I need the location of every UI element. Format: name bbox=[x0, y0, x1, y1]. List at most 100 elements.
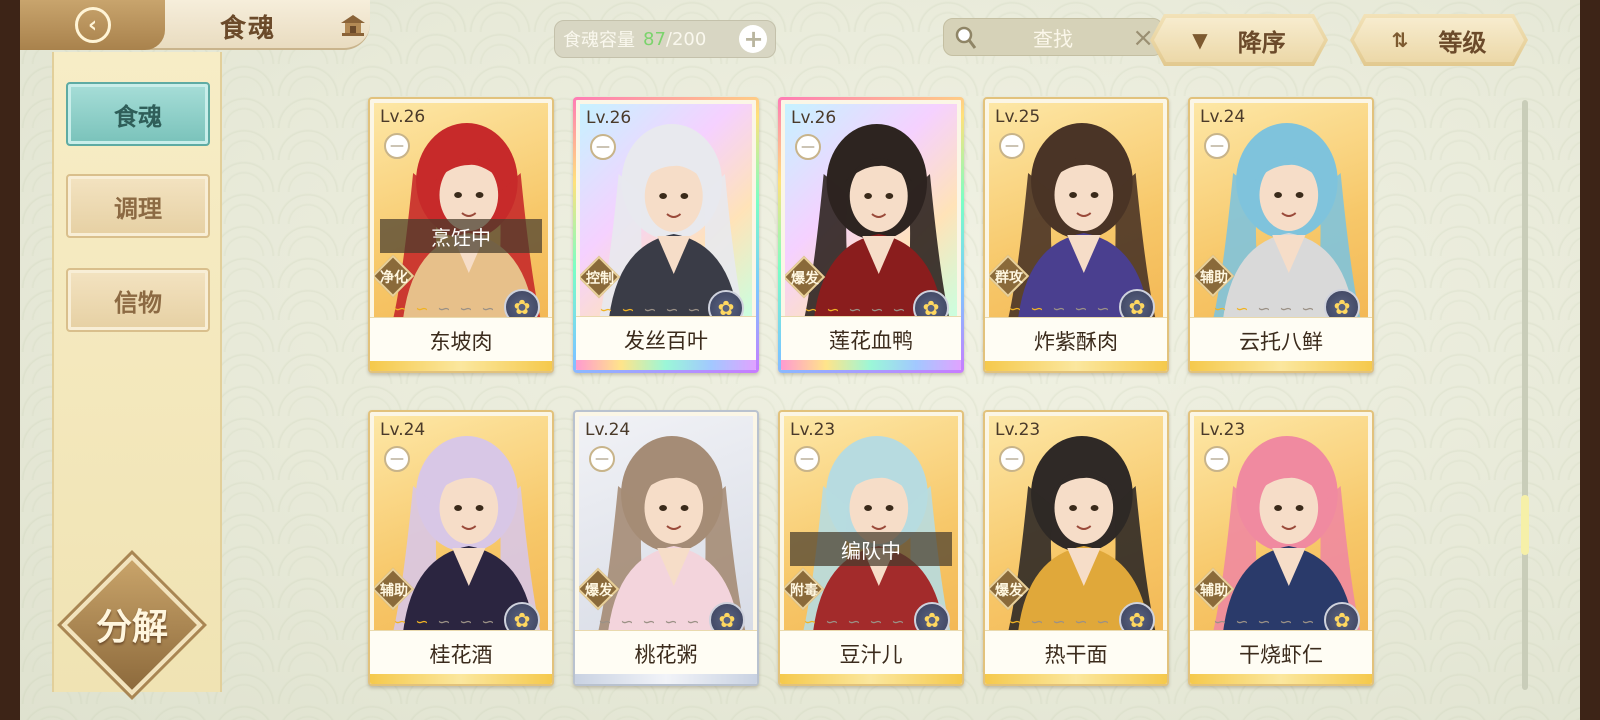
lock-icon[interactable]: — bbox=[794, 446, 820, 472]
food-soul-card[interactable]: Lv.26 — 控制 ∽∽∽∽∽∽ ✿ 发丝百叶 bbox=[573, 97, 759, 373]
food-soul-card[interactable]: Lv.23 — 爆发 ∽∽∽∽∽∽ ✿ 热干面 bbox=[983, 410, 1169, 686]
star-rating: ∽∽∽∽∽∽ bbox=[1005, 612, 1135, 630]
name-bar: 云托八鲜 bbox=[1190, 317, 1372, 371]
decompose-label: 分解 bbox=[95, 606, 168, 648]
sidebar-item-food-soul[interactable]: 食魂 bbox=[66, 82, 210, 146]
sort-key-label: 等级 bbox=[1438, 28, 1487, 57]
star-icon: ∽ bbox=[686, 612, 700, 630]
sidebar-item-cooking[interactable]: 调理 bbox=[66, 174, 210, 238]
home-icon[interactable] bbox=[338, 12, 368, 38]
role-label: 控制 bbox=[586, 271, 614, 287]
search-input[interactable]: 查找 × bbox=[943, 18, 1163, 56]
star-icon: ∽ bbox=[415, 612, 429, 630]
sort-arrows-icon: ⇅ bbox=[1391, 28, 1409, 52]
capacity-current: 87 bbox=[643, 28, 666, 50]
star-icon: ∽ bbox=[1030, 612, 1044, 630]
food-soul-card[interactable]: Lv.25 — 群攻 ∽∽∽∽∽∽ ✿ 炸紫酥肉 bbox=[983, 97, 1169, 373]
clear-search-icon[interactable]: × bbox=[1132, 23, 1154, 53]
add-capacity-button[interactable]: + bbox=[739, 25, 767, 53]
star-icon: ∽ bbox=[1235, 612, 1249, 630]
element-flower-icon: ✿ bbox=[913, 290, 949, 318]
lock-icon[interactable]: — bbox=[1204, 133, 1230, 159]
food-soul-card[interactable]: Lv.23 — 辅助 ∽∽∽∽∽∽ ✿ 干烧虾仁 bbox=[1188, 410, 1374, 686]
star-icon: ∽ bbox=[415, 299, 429, 317]
level-label: Lv.26 bbox=[586, 108, 632, 128]
character-art: Lv.24 — 爆发 ∽∽∽∽∽∽ ✿ bbox=[579, 416, 753, 630]
name-bar: 莲花血鸭 bbox=[781, 316, 961, 370]
star-icon: ∽ bbox=[1030, 299, 1044, 317]
food-soul-card[interactable]: Lv.24 — 辅助 ∽∽∽∽∽∽ ✿ 云托八鲜 bbox=[1188, 97, 1374, 373]
star-icon: ∽ bbox=[1257, 299, 1271, 317]
food-soul-name: 豆汁儿 bbox=[839, 643, 903, 667]
status-banner: 编队中 bbox=[790, 532, 952, 566]
game-screen: ‹ 食魂 食魂容量 87 /200 + 查找 × ▼ 降序 ⇅ 等级 食魂 调理… bbox=[20, 0, 1580, 720]
food-soul-card[interactable]: Lv.26 — 烹饪中 净化 ∽∽∽∽∽∽ ✿ 东坡肉 bbox=[368, 97, 554, 373]
food-soul-name: 热干面 bbox=[1044, 643, 1108, 667]
role-label: 爆发 bbox=[585, 583, 613, 599]
scrollbar[interactable] bbox=[1521, 100, 1529, 690]
star-icon: ∽ bbox=[664, 612, 678, 630]
star-icon: ∽ bbox=[620, 612, 634, 630]
name-bar: 炸紫酥肉 bbox=[985, 317, 1167, 371]
star-rating: ∽∽∽∽∽∽ bbox=[1005, 299, 1135, 317]
star-icon: ∽ bbox=[1096, 299, 1110, 317]
name-bar: 热干面 bbox=[985, 630, 1167, 684]
sidebar-item-token[interactable]: 信物 bbox=[66, 268, 210, 332]
title-tab: ‹ 食魂 bbox=[20, 0, 370, 50]
food-soul-name: 东坡肉 bbox=[429, 330, 493, 354]
food-soul-name: 发丝百叶 bbox=[624, 329, 708, 353]
back-button[interactable]: ‹ bbox=[20, 0, 165, 50]
role-badge: 辅助 bbox=[1194, 567, 1236, 612]
star-icon: ∽ bbox=[393, 299, 407, 317]
star-rating: ∽∽∽∽∽∽ bbox=[595, 612, 725, 630]
role-badge: 爆发 bbox=[785, 255, 827, 300]
sort-order-button[interactable]: ▼ 降序 bbox=[1150, 14, 1328, 66]
star-icon: ∽ bbox=[481, 299, 495, 317]
star-icon: ∽ bbox=[1096, 612, 1110, 630]
star-icon: ∽ bbox=[825, 612, 839, 630]
lock-icon[interactable]: — bbox=[384, 133, 410, 159]
lock-icon[interactable]: — bbox=[999, 133, 1025, 159]
lock-icon[interactable]: — bbox=[590, 134, 616, 160]
food-soul-name: 桂花酒 bbox=[429, 643, 493, 667]
star-icon: ∽ bbox=[459, 299, 473, 317]
food-soul-card[interactable]: Lv.26 — 爆发 ∽∽∽∽∽∽ ✿ 莲花血鸭 bbox=[778, 97, 964, 373]
star-icon: ∽ bbox=[437, 299, 451, 317]
character-art: Lv.26 — 烹饪中 净化 ∽∽∽∽∽∽ ✿ bbox=[374, 103, 548, 317]
star-rating: ∽∽∽∽∽∽ bbox=[1210, 612, 1340, 630]
food-soul-card[interactable]: Lv.24 — 辅助 ∽∽∽∽∽∽ ✿ 桂花酒 bbox=[368, 410, 554, 686]
role-label: 净化 bbox=[380, 270, 408, 286]
level-label: Lv.23 bbox=[790, 420, 836, 440]
character-art: Lv.23 — 爆发 ∽∽∽∽∽∽ ✿ bbox=[989, 416, 1163, 630]
character-art: Lv.26 — 爆发 ∽∽∽∽∽∽ ✿ bbox=[785, 104, 957, 318]
star-icon: ∽ bbox=[598, 612, 612, 630]
star-icon: ∽ bbox=[847, 612, 861, 630]
name-bar: 干烧虾仁 bbox=[1190, 630, 1372, 684]
element-flower-icon: ✿ bbox=[1119, 602, 1155, 630]
element-flower-icon: ✿ bbox=[504, 289, 540, 317]
lock-icon[interactable]: — bbox=[384, 446, 410, 472]
name-bar: 发丝百叶 bbox=[576, 316, 756, 370]
food-soul-name: 干烧虾仁 bbox=[1239, 643, 1323, 667]
star-icon: ∽ bbox=[1074, 612, 1088, 630]
sort-key-button[interactable]: ⇅ 等级 bbox=[1350, 14, 1528, 66]
level-label: Lv.24 bbox=[1200, 107, 1246, 127]
element-flower-icon: ✿ bbox=[504, 602, 540, 630]
star-rating: ∽∽∽∽∽∽ bbox=[1210, 299, 1340, 317]
lock-icon[interactable]: — bbox=[1204, 446, 1230, 472]
role-label: 群攻 bbox=[995, 270, 1023, 286]
level-label: Lv.23 bbox=[995, 420, 1041, 440]
lock-icon[interactable]: — bbox=[589, 446, 615, 472]
lock-icon[interactable]: — bbox=[999, 446, 1025, 472]
food-soul-card[interactable]: Lv.24 — 爆发 ∽∽∽∽∽∽ ✿ 桃花粥 bbox=[573, 410, 759, 686]
lock-icon[interactable]: — bbox=[795, 134, 821, 160]
star-rating: ∽∽∽∽∽∽ bbox=[390, 299, 520, 317]
star-icon: ∽ bbox=[1301, 612, 1315, 630]
character-art: Lv.25 — 群攻 ∽∽∽∽∽∽ ✿ bbox=[989, 103, 1163, 317]
role-badge: 净化 bbox=[374, 254, 416, 299]
role-label: 辅助 bbox=[380, 583, 408, 599]
star-icon: ∽ bbox=[869, 612, 883, 630]
name-bar: 桃花粥 bbox=[575, 630, 757, 684]
scrollbar-thumb[interactable] bbox=[1521, 495, 1529, 555]
food-soul-card[interactable]: Lv.23 — 编队中 附毒 ∽∽∽∽∽∽ ✿ 豆汁儿 bbox=[778, 410, 964, 686]
